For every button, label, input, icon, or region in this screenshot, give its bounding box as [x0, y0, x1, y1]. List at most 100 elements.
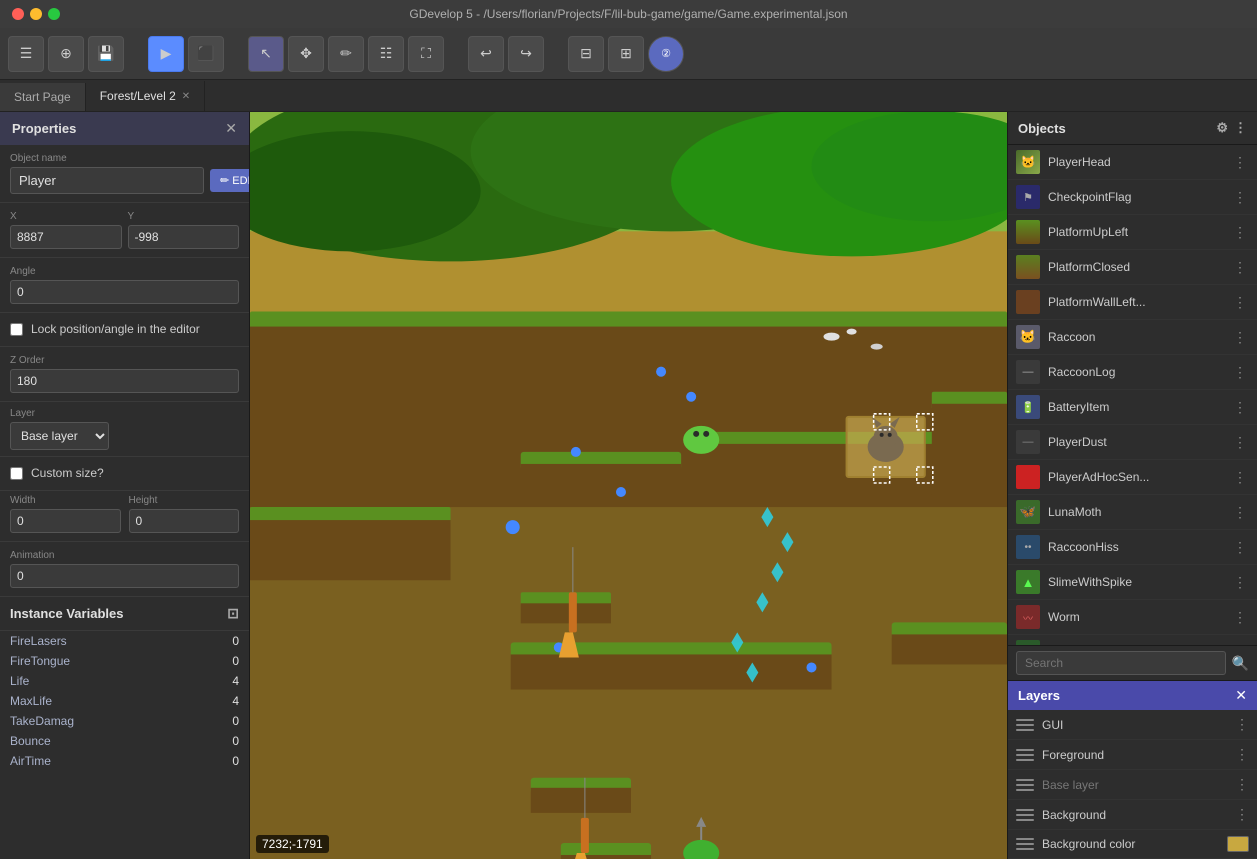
x-input[interactable]: [10, 225, 122, 249]
layer-baselayer-more-button[interactable]: ⋮: [1235, 776, 1249, 793]
worm-icon: 〰: [1016, 605, 1040, 629]
lunamoth-more-button[interactable]: ⋮: [1231, 504, 1249, 521]
angle-input[interactable]: [10, 280, 239, 304]
platformupleft-more-button[interactable]: ⋮: [1231, 224, 1249, 241]
objects-more-icon[interactable]: ⋮: [1234, 120, 1247, 136]
zorder-input[interactable]: [10, 369, 239, 393]
object-item-batteryitem[interactable]: 🔋 BatteryItem ⋮: [1008, 390, 1257, 425]
layer-item-background[interactable]: Background ⋮: [1008, 800, 1257, 830]
height-input[interactable]: [129, 509, 240, 533]
search-input[interactable]: [1016, 651, 1226, 675]
preview-button[interactable]: ⬛: [188, 36, 224, 72]
layer-gui-more-button[interactable]: ⋮: [1235, 716, 1249, 733]
undo-button[interactable]: ↩: [468, 36, 504, 72]
layer-bgcolor-drag-icon: [1016, 838, 1034, 850]
angle-label: Angle: [10, 266, 239, 277]
edit-tool[interactable]: ✏: [328, 36, 364, 72]
object-name-platformwallleft: PlatformWallLeft...: [1048, 295, 1223, 309]
minimize-button[interactable]: [30, 8, 42, 20]
layers-close-button[interactable]: ✕: [1235, 687, 1247, 704]
playeradhocsen-more-button[interactable]: ⋮: [1231, 469, 1249, 486]
layer-select[interactable]: Base layer GUI Foreground Background: [10, 422, 109, 450]
var-takedamag: TakeDamag 0: [0, 711, 249, 731]
object-item-lunamoth[interactable]: 🦋 LunaMoth ⋮: [1008, 495, 1257, 530]
save-button[interactable]: 💾: [88, 36, 124, 72]
object-item-playeradhocsen[interactable]: PlayerAdHocSen... ⋮: [1008, 460, 1257, 495]
y-label: Y: [128, 211, 240, 222]
playerhead-more-button[interactable]: ⋮: [1231, 154, 1249, 171]
edit-object-button[interactable]: ✏ EDIT: [210, 169, 250, 192]
object-item-platformupleft[interactable]: PlatformUpLeft ⋮: [1008, 215, 1257, 250]
worm-more-button[interactable]: ⋮: [1231, 609, 1249, 626]
lock-position-row: Lock position/angle in the editor: [0, 313, 249, 347]
right-panel: Objects ⚙ ⋮ 🐱 PlayerHead ⋮ ⚑ CheckpointF…: [1007, 112, 1257, 859]
custom-size-checkbox[interactable]: [10, 467, 23, 480]
tab-forest-level2[interactable]: Forest/Level 2 ✕: [86, 81, 205, 111]
move-tool[interactable]: ✥: [288, 36, 324, 72]
canvas-area[interactable]: 7232;-1791: [250, 112, 1007, 859]
playerdust-more-button[interactable]: ⋮: [1231, 434, 1249, 451]
variables-list: FireLasers 0 FireTongue 0 Life 4 MaxLife…: [0, 631, 249, 771]
raccoonhiss-more-button[interactable]: ⋮: [1231, 539, 1249, 556]
object-item-tapeitem[interactable]: 📼 TapeItem ⋮: [1008, 635, 1257, 645]
raccoonlog-more-button[interactable]: ⋮: [1231, 364, 1249, 381]
layer-foreground-more-button[interactable]: ⋮: [1235, 746, 1249, 763]
var-airtime: AirTime 0: [0, 751, 249, 771]
layer-background-more-button[interactable]: ⋮: [1235, 806, 1249, 823]
raccoon-more-button[interactable]: ⋮: [1231, 329, 1249, 346]
layer-item-baselayer[interactable]: Base layer ⋮: [1008, 770, 1257, 800]
platformupleft-icon: [1016, 220, 1040, 244]
platformwallleft-more-button[interactable]: ⋮: [1231, 294, 1249, 311]
object-item-platformclosed[interactable]: PlatformClosed ⋮: [1008, 250, 1257, 285]
window-controls[interactable]: [12, 8, 60, 20]
fullscreen-button[interactable]: ⛶: [408, 36, 444, 72]
object-item-playerdust[interactable]: — PlayerDust ⋮: [1008, 425, 1257, 460]
grid-button[interactable]: ⊞: [608, 36, 644, 72]
object-item-platformwallleft[interactable]: PlatformWallLeft... ⋮: [1008, 285, 1257, 320]
platformclosed-more-button[interactable]: ⋮: [1231, 259, 1249, 276]
layer-item-foreground[interactable]: Foreground ⋮: [1008, 740, 1257, 770]
object-item-raccoonlog[interactable]: — RaccoonLog ⋮: [1008, 355, 1257, 390]
maximize-button[interactable]: [48, 8, 60, 20]
profile-button[interactable]: ②: [648, 36, 684, 72]
tab-start-page[interactable]: Start Page: [0, 83, 86, 111]
object-item-slimewithspike[interactable]: ▲ SlimeWithSpike ⋮: [1008, 565, 1257, 600]
background-color-swatch[interactable]: [1227, 836, 1249, 852]
tab-start-page-label: Start Page: [14, 90, 71, 104]
object-item-worm[interactable]: 〰 Worm ⋮: [1008, 600, 1257, 635]
objects-list: 🐱 PlayerHead ⋮ ⚑ CheckpointFlag ⋮ Platfo…: [1008, 145, 1257, 645]
list-view-button[interactable]: ☷: [368, 36, 404, 72]
pointer-tool[interactable]: ↖: [248, 36, 284, 72]
platformclosed-icon: [1016, 255, 1040, 279]
object-name-input[interactable]: [10, 167, 204, 194]
instance-vars-expand-icon[interactable]: ⊡: [227, 605, 239, 622]
layer-item-background-color[interactable]: Background color: [1008, 830, 1257, 859]
layer-item-gui[interactable]: GUI ⋮: [1008, 710, 1257, 740]
object-name-playerdust: PlayerDust: [1048, 435, 1223, 449]
redo-button[interactable]: ↪: [508, 36, 544, 72]
properties-close-button[interactable]: ✕: [225, 120, 237, 137]
objects-filter-icon[interactable]: ⚙: [1216, 120, 1228, 136]
play-button[interactable]: ▶: [148, 36, 184, 72]
layer-gui-drag-icon: [1016, 719, 1034, 731]
hamburger-menu-button[interactable]: ☰: [8, 36, 44, 72]
object-item-raccoon[interactable]: 🐱 Raccoon ⋮: [1008, 320, 1257, 355]
object-item-checkpointflag[interactable]: ⚑ CheckpointFlag ⋮: [1008, 180, 1257, 215]
object-item-raccoonhiss[interactable]: •• RaccoonHiss ⋮: [1008, 530, 1257, 565]
batteryitem-more-button[interactable]: ⋮: [1231, 399, 1249, 416]
tab-forest-level2-close[interactable]: ✕: [182, 91, 190, 102]
layer-label: Layer: [10, 408, 239, 419]
slimewithspike-more-button[interactable]: ⋮: [1231, 574, 1249, 591]
animation-input[interactable]: [10, 564, 239, 588]
close-button[interactable]: [12, 8, 24, 20]
y-input[interactable]: [128, 225, 240, 249]
checkpointflag-more-button[interactable]: ⋮: [1231, 189, 1249, 206]
new-button[interactable]: ⊕: [48, 36, 84, 72]
slimewithspike-icon: ▲: [1016, 570, 1040, 594]
zoom-out-button[interactable]: ⊟: [568, 36, 604, 72]
lock-position-checkbox[interactable]: [10, 323, 23, 336]
object-item-playerhead[interactable]: 🐱 PlayerHead ⋮: [1008, 145, 1257, 180]
properties-panel: Properties ✕ Object name ✏ EDIT X Y: [0, 112, 250, 859]
width-input[interactable]: [10, 509, 121, 533]
objects-title: Objects: [1018, 121, 1066, 136]
